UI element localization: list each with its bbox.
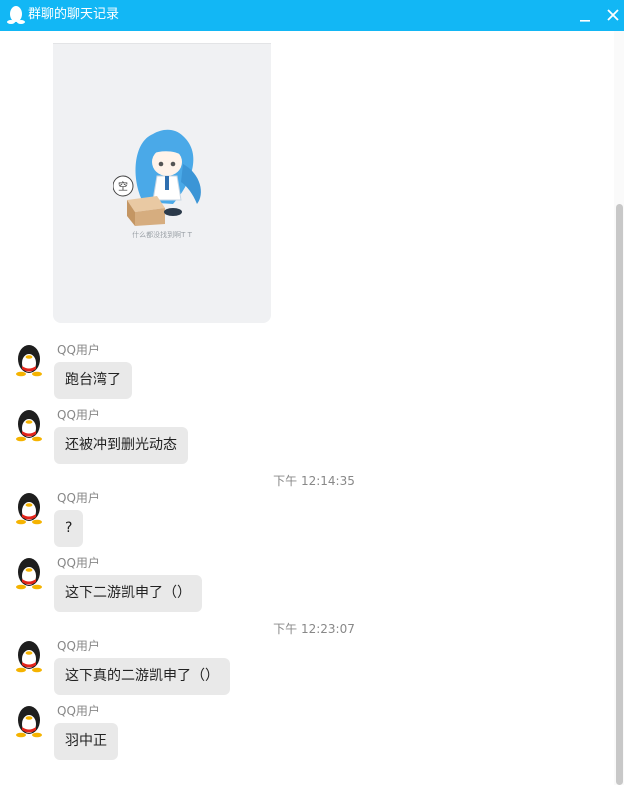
image-caption: 什么都没找到啊T T (132, 231, 192, 239)
message-bubble[interactable]: 羽中正 (54, 723, 118, 760)
window-title: 群聊的聊天记录 (28, 7, 120, 22)
qq-penguin-icon (7, 6, 25, 24)
message-timestamp: 下午 12:23:07 (273, 622, 355, 636)
message-bubble[interactable]: 还被冲到删光动态 (54, 427, 188, 464)
qq-penguin-avatar-icon[interactable] (14, 491, 44, 525)
scrollbar-thumb[interactable] (616, 204, 623, 785)
empty-badge-text: 空 (118, 180, 128, 193)
sender-name: QQ用户 (57, 556, 100, 570)
message-timestamp: 下午 12:14:35 (273, 474, 355, 488)
image-message[interactable]: 空 什么都没找到啊T T (53, 43, 271, 323)
title-bar: 群聊的聊天记录 (0, 0, 624, 31)
qq-penguin-avatar-icon[interactable] (14, 639, 44, 673)
sender-name: QQ用户 (57, 704, 100, 718)
qq-penguin-avatar-icon[interactable] (14, 343, 44, 377)
qq-penguin-avatar-icon[interactable] (14, 556, 44, 590)
chat-history-panel: 空 什么都没找到啊T T QQ用户 跑台湾了 QQ用户 还被冲到删光动态 下午 … (0, 31, 624, 785)
message-bubble[interactable]: 跑台湾了 (54, 362, 132, 399)
sender-name: QQ用户 (57, 408, 100, 422)
sender-name: QQ用户 (57, 491, 100, 505)
message-bubble[interactable]: 这下二游凯申了（） (54, 575, 202, 612)
minimize-icon[interactable] (574, 4, 596, 26)
qq-penguin-avatar-icon[interactable] (14, 704, 44, 738)
close-icon[interactable] (602, 4, 624, 26)
message-bubble[interactable]: ? (54, 510, 84, 547)
message-bubble[interactable]: 这下真的二游凯申了（） (54, 658, 230, 695)
empty-box-mascot-illustration: 空 (113, 129, 201, 226)
qq-penguin-avatar-icon[interactable] (14, 408, 44, 442)
sender-name: QQ用户 (57, 639, 100, 653)
sender-name: QQ用户 (57, 343, 100, 357)
